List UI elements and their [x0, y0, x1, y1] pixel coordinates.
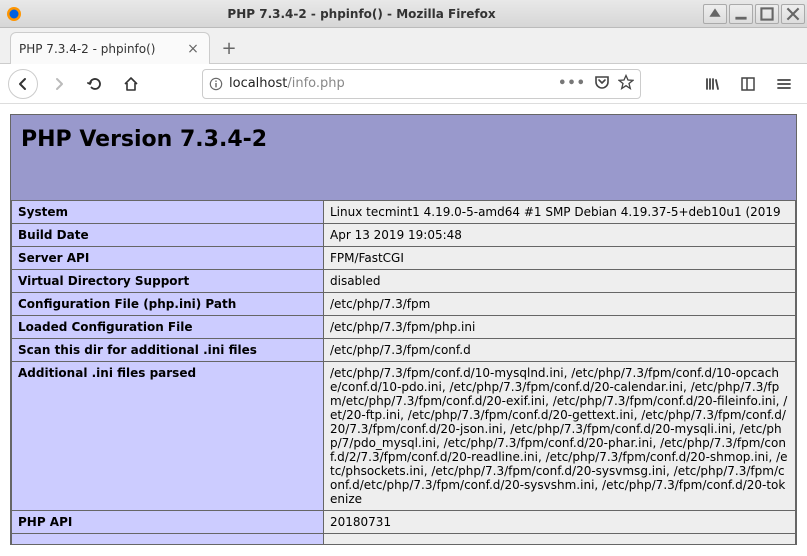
table-row: Additional .ini files parsed/etc/php/7.3… — [12, 362, 796, 511]
tab-strip: PHP 7.3.4-2 - phpinfo() × + — [0, 28, 807, 64]
url-text: localhost/info.php — [229, 76, 552, 91]
tab-label: PHP 7.3.4-2 - phpinfo() — [19, 42, 185, 56]
table-row: Server APIFPM/FastCGI — [12, 247, 796, 270]
url-host: localhost — [229, 76, 287, 91]
close-window-button[interactable] — [781, 4, 805, 24]
home-button[interactable] — [116, 69, 146, 99]
pocket-icon[interactable] — [594, 74, 610, 94]
phpinfo-key — [12, 534, 324, 544]
phpinfo-value: /etc/php/7.3/fpm/php.ini — [324, 316, 796, 339]
phpinfo-box: PHP Version 7.3.4-2 SystemLinux tecmint1… — [10, 114, 797, 545]
phpinfo-key: Loaded Configuration File — [12, 316, 324, 339]
window-title: PHP 7.3.4-2 - phpinfo() - Mozilla Firefo… — [22, 7, 701, 21]
phpinfo-value: 20180731 — [324, 511, 796, 534]
phpinfo-value — [324, 534, 796, 544]
browser-tab[interactable]: PHP 7.3.4-2 - phpinfo() × — [10, 32, 210, 64]
close-tab-icon[interactable]: × — [185, 41, 201, 57]
minimize-button[interactable] — [729, 4, 753, 24]
table-row: Build DateApr 13 2019 19:05:48 — [12, 224, 796, 247]
phpinfo-key: Additional .ini files parsed — [12, 362, 324, 511]
browser-toolbar: localhost/info.php ••• — [0, 64, 807, 104]
phpinfo-key: PHP API — [12, 511, 324, 534]
table-row: Configuration File (php.ini) Path/etc/ph… — [12, 293, 796, 316]
phpinfo-key: Virtual Directory Support — [12, 270, 324, 293]
phpinfo-key: Scan this dir for additional .ini files — [12, 339, 324, 362]
page-content: PHP Version 7.3.4-2 SystemLinux tecmint1… — [0, 104, 807, 556]
table-row: PHP API20180731 — [12, 511, 796, 534]
table-row: Loaded Configuration File/etc/php/7.3/fp… — [12, 316, 796, 339]
window-titlebar: PHP 7.3.4-2 - phpinfo() - Mozilla Firefo… — [0, 0, 807, 28]
window-controls — [701, 4, 805, 24]
phpinfo-key: Build Date — [12, 224, 324, 247]
firefox-icon — [6, 6, 22, 22]
phpinfo-value: FPM/FastCGI — [324, 247, 796, 270]
app-menu-button[interactable] — [769, 69, 799, 99]
maximize-button[interactable] — [755, 4, 779, 24]
phpinfo-key: System — [12, 201, 324, 224]
url-path: /info.php — [287, 76, 344, 91]
phpinfo-table: SystemLinux tecmint1 4.19.0-5-amd64 #1 S… — [11, 200, 796, 544]
back-button[interactable] — [8, 69, 38, 99]
phpinfo-heading: PHP Version 7.3.4-2 — [21, 127, 786, 152]
phpinfo-value: /etc/php/7.3/fpm/conf.d — [324, 339, 796, 362]
table-row: Virtual Directory Supportdisabled — [12, 270, 796, 293]
bookmark-star-icon[interactable] — [618, 74, 634, 94]
phpinfo-value: /etc/php/7.3/fpm/conf.d/10-mysqlnd.ini, … — [324, 362, 796, 511]
phpinfo-value: Apr 13 2019 19:05:48 — [324, 224, 796, 247]
phpinfo-header: PHP Version 7.3.4-2 — [11, 115, 796, 200]
phpinfo-value: Linux tecmint1 4.19.0-5-amd64 #1 SMP Deb… — [324, 201, 796, 224]
new-tab-button[interactable]: + — [214, 33, 244, 63]
phpinfo-key: Server API — [12, 247, 324, 270]
raise-button[interactable] — [703, 4, 727, 24]
table-row — [12, 534, 796, 544]
forward-button[interactable] — [44, 69, 74, 99]
table-row: Scan this dir for additional .ini files/… — [12, 339, 796, 362]
address-bar[interactable]: localhost/info.php ••• — [202, 69, 641, 99]
phpinfo-key: Configuration File (php.ini) Path — [12, 293, 324, 316]
sidebar-button[interactable] — [733, 69, 763, 99]
phpinfo-value: disabled — [324, 270, 796, 293]
site-identity-icon[interactable] — [209, 77, 223, 91]
library-button[interactable] — [697, 69, 727, 99]
table-row: SystemLinux tecmint1 4.19.0-5-amd64 #1 S… — [12, 201, 796, 224]
page-actions-icon[interactable]: ••• — [558, 76, 586, 91]
phpinfo-value: /etc/php/7.3/fpm — [324, 293, 796, 316]
reload-button[interactable] — [80, 69, 110, 99]
